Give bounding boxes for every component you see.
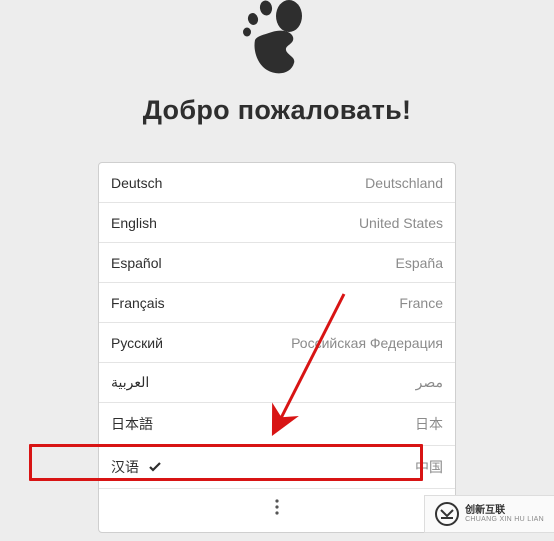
country-name: Deutschland (365, 175, 443, 191)
language-row-chinese[interactable]: 汉语 中国 (99, 446, 455, 489)
watermark-logo-icon (435, 502, 459, 526)
gnome-logo-icon (239, 0, 315, 83)
language-row-english[interactable]: English United States (99, 203, 455, 243)
language-list: Deutsch Deutschland English United State… (98, 162, 456, 533)
language-row-arabic[interactable]: العربية مصر (99, 363, 455, 403)
language-name: Русский (111, 335, 163, 351)
welcome-title: Добро пожаловать! (143, 95, 412, 126)
language-name: Français (111, 295, 165, 311)
country-name: France (399, 295, 443, 311)
watermark: 创新互联 CHUANG XIN HU LIAN (424, 495, 554, 533)
country-name: مصر (416, 374, 443, 391)
language-name: Deutsch (111, 175, 162, 191)
country-name: 日本 (415, 414, 443, 434)
language-name: 日本語 (111, 414, 153, 434)
language-name: العربية (111, 374, 149, 391)
country-name: Российская Федерация (291, 335, 443, 351)
language-name: 汉语 (111, 457, 161, 477)
language-name: English (111, 215, 157, 231)
language-row-espanol[interactable]: Español España (99, 243, 455, 283)
watermark-text: 创新互联 CHUANG XIN HU LIAN (465, 505, 544, 524)
language-row-francais[interactable]: Français France (99, 283, 455, 323)
language-name: Español (111, 255, 162, 271)
check-icon (149, 459, 161, 475)
country-name: 中国 (415, 457, 443, 477)
country-name: España (396, 255, 443, 271)
language-row-japanese[interactable]: 日本語 日本 (99, 403, 455, 446)
more-languages-button[interactable] (99, 489, 455, 532)
language-row-russian[interactable]: Русский Российская Федерация (99, 323, 455, 363)
language-row-deutsch[interactable]: Deutsch Deutschland (99, 163, 455, 203)
initial-setup-container: Добро пожаловать! Deutsch Deutschland En… (0, 0, 554, 533)
country-name: United States (359, 215, 443, 231)
more-icon (275, 499, 279, 520)
